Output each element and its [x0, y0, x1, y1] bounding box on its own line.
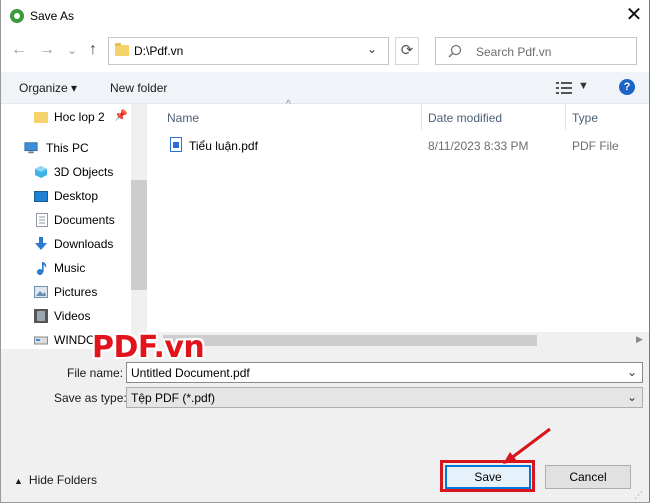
sidebar-item-label: This PC	[46, 141, 89, 155]
file-name: Tiểu luận.pdf	[189, 139, 258, 153]
save-as-type-label: Save as type:	[54, 391, 127, 405]
address-path: D:\Pdf.vn	[134, 44, 184, 58]
hide-folders-label: Hide Folders	[28, 473, 97, 487]
sidebar-item-label: WINDO	[54, 333, 96, 347]
pdf-file-icon	[170, 137, 182, 152]
folder-icon	[34, 112, 48, 123]
view-options-icon[interactable]	[556, 82, 572, 94]
sidebar-item-label: 3D Objects	[54, 165, 114, 179]
sidebar-item-pictures[interactable]: Pictures	[0, 281, 131, 303]
refresh-button[interactable]: ⟳	[395, 37, 419, 65]
back-arrow-icon[interactable]: ←	[10, 40, 28, 60]
red-arrow-icon	[503, 427, 551, 464]
downloads-icon	[35, 237, 47, 250]
desktop-icon	[34, 191, 48, 202]
window-title: Save As	[30, 9, 75, 23]
command-toolbar: Organize ▾ New folder ▼	[0, 72, 650, 104]
sidebar-item-label: Downloads	[54, 237, 114, 251]
search-icon	[448, 44, 462, 58]
forward-arrow-icon[interactable]: →	[38, 40, 56, 60]
sidebar-item-hoc-lop-2[interactable]: Hoc lop 2 📌	[0, 106, 131, 128]
save-as-type-select[interactable]: Tệp PDF (*.pdf) ⌄	[126, 387, 643, 408]
3d-objects-icon	[35, 166, 47, 178]
sidebar-item-this-pc[interactable]: This PC	[0, 137, 131, 159]
sidebar-item-label: Desktop	[54, 189, 99, 203]
scroll-right-icon[interactable]: ▶	[636, 334, 643, 345]
sidebar-item-downloads[interactable]: Downloads	[0, 233, 131, 255]
navigation-pane: Hoc lop 2 📌 This PC 3D Objects Desktop D…	[0, 104, 147, 349]
music-icon	[37, 262, 47, 275]
file-row[interactable]: Tiểu luận.pdf 8/11/2023 8:33 PM PDF File	[163, 134, 633, 156]
search-placeholder: Search Pdf.vn	[476, 45, 552, 59]
search-input[interactable]: Search Pdf.vn	[435, 37, 637, 65]
hide-folders-toggle[interactable]: ▲ Hide Folders	[14, 473, 97, 487]
save-as-type-value: Tệp PDF (*.pdf)	[131, 391, 216, 405]
title-bar: Save As ✕	[0, 0, 650, 32]
column-header-type[interactable]: Type	[572, 111, 598, 125]
sort-ascending-icon: ^	[286, 99, 291, 110]
column-divider[interactable]	[565, 104, 566, 130]
chevron-down-icon[interactable]: ⌄	[627, 390, 637, 404]
column-header-name[interactable]: Name	[167, 111, 199, 125]
up-arrow-icon[interactable]: ↑	[84, 40, 102, 60]
app-icon	[10, 9, 24, 23]
drive-icon	[34, 336, 48, 345]
horizontal-scrollbar-thumb[interactable]	[163, 335, 537, 346]
address-bar[interactable]: D:\Pdf.vn ⌄	[108, 37, 389, 65]
window-border	[0, 0, 1, 503]
close-icon[interactable]: ✕	[622, 4, 646, 28]
file-name-field[interactable]: Untitled Document.pdf ⌄	[126, 362, 643, 383]
column-header-date-modified[interactable]: Date modified	[428, 111, 502, 125]
new-folder-button[interactable]: New folder	[110, 81, 167, 95]
sidebar-item-label: Pictures	[54, 285, 98, 299]
sidebar-item-videos[interactable]: Videos	[0, 305, 131, 327]
file-type: PDF File	[572, 139, 619, 153]
sidebar-item-label: Videos	[54, 309, 91, 323]
view-dropdown-chevron-icon[interactable]: ▼	[578, 80, 589, 92]
documents-icon	[36, 213, 48, 227]
sidebar-scrollbar-thumb[interactable]	[131, 180, 147, 290]
pin-icon[interactable]: 📌	[114, 109, 128, 122]
watermark-logo: PDF.vn	[92, 330, 205, 365]
cancel-button[interactable]: Cancel	[545, 465, 631, 489]
sidebar-item-music[interactable]: Music	[0, 257, 131, 279]
chevron-up-icon: ▲	[14, 476, 23, 486]
computer-icon	[24, 142, 38, 154]
help-icon[interactable]: ?	[619, 79, 635, 95]
file-name-value: Untitled Document.pdf	[131, 366, 250, 380]
chevron-down-icon[interactable]: ⌄	[367, 42, 377, 56]
sidebar-item-label: Documents	[54, 213, 115, 227]
sidebar-item-3d-objects[interactable]: 3D Objects	[0, 161, 131, 183]
chevron-down-icon[interactable]: ⌄	[627, 365, 637, 379]
file-name-label: File name:	[67, 366, 124, 380]
file-date-modified: 8/11/2023 8:33 PM	[428, 139, 529, 153]
recent-locations-chevron-icon[interactable]: ⌄	[63, 40, 81, 60]
folder-icon	[115, 43, 129, 56]
sidebar-item-label: Music	[54, 261, 86, 275]
pictures-icon	[34, 286, 48, 298]
resize-grip-icon[interactable]: ⋰	[634, 490, 643, 501]
videos-icon	[34, 309, 48, 323]
column-divider[interactable]	[421, 104, 422, 130]
sidebar-item-documents[interactable]: Documents	[0, 209, 131, 231]
sidebar-item-desktop[interactable]: Desktop	[0, 185, 131, 207]
sidebar-item-label: Hoc lop 2	[54, 110, 105, 124]
organize-button[interactable]: Organize ▾	[19, 81, 77, 95]
